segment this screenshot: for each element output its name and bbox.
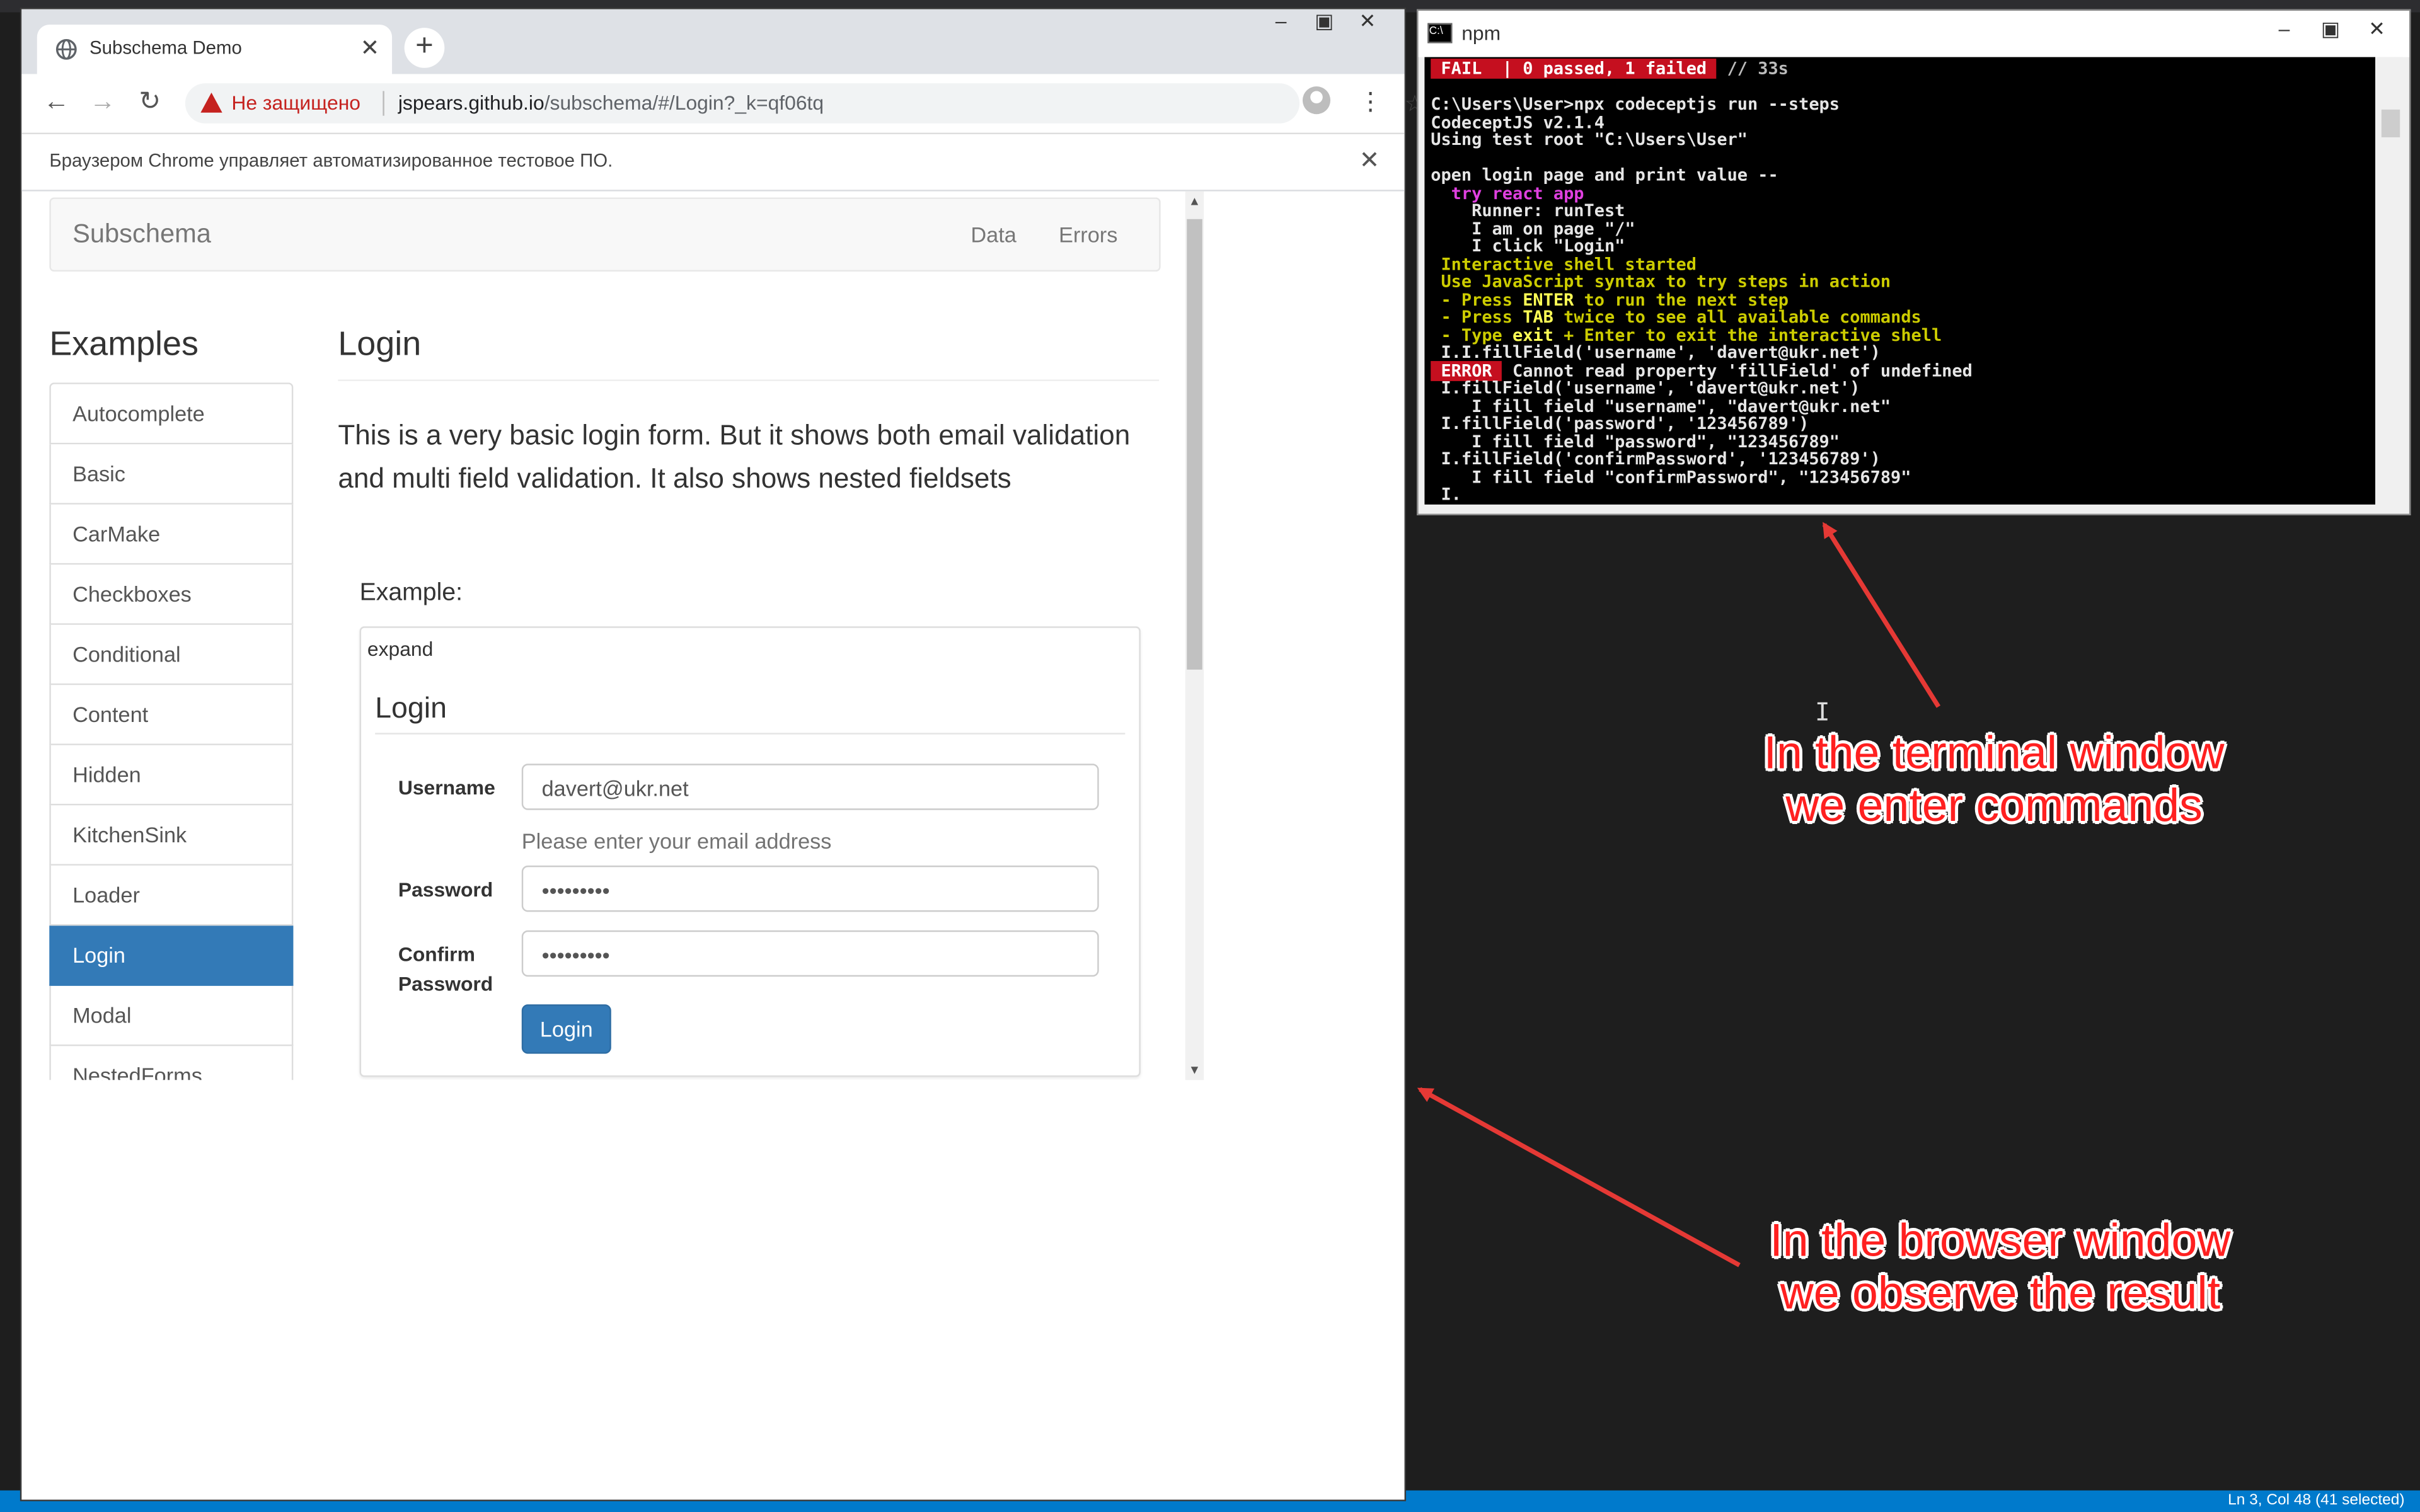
terminal-annotation-line2: we enter commands (1785, 781, 2203, 832)
browser-annotation-line1: In the browser window (1770, 1215, 2231, 1267)
terminal-annotation: In the terminal window we enter commands (1729, 728, 2259, 833)
text-cursor-icon: I (1815, 699, 1830, 727)
browser-annotation-line2: we observe the result (1780, 1268, 2221, 1319)
arrow-to-browser (1417, 1087, 1741, 1268)
arrow-to-terminal (1822, 522, 1941, 708)
browser-annotation: In the browser window we observe the res… (1735, 1216, 2266, 1321)
screen-root: Ln 3, Col 48 (41 selected) Subschema Dem… (0, 0, 2420, 1512)
terminal-annotation-line1: In the terminal window (1763, 728, 2225, 779)
